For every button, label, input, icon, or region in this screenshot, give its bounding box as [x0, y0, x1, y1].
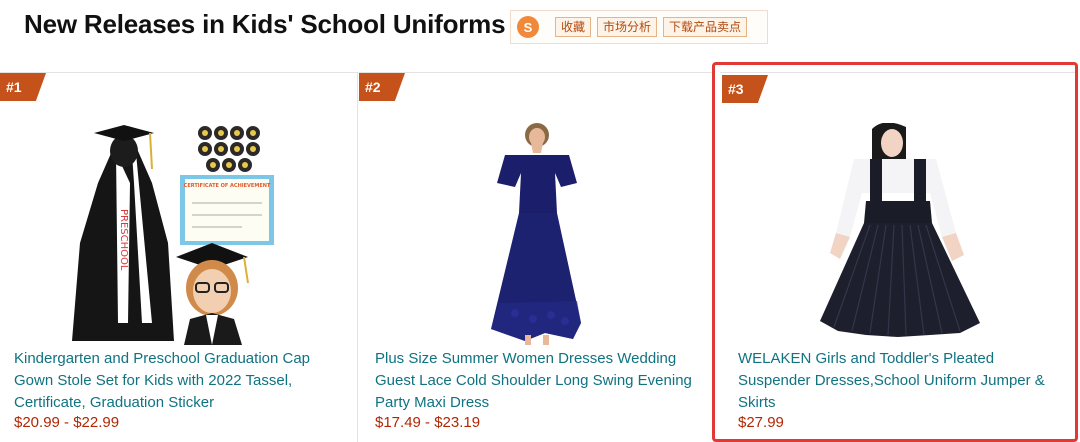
rank-badge: #3	[722, 75, 768, 103]
navy-lace-maxi-dress-image[interactable]	[485, 123, 589, 345]
product-title-link[interactable]: Plus Size Summer Women Dresses Wedding G…	[375, 348, 705, 414]
product-card-1: #1 PRESCHOOL CERTIFICATE OF ACHIEVEMENT	[0, 72, 358, 442]
favorite-button[interactable]: 收藏	[555, 17, 592, 37]
product-card-3: #3 WELAKEN Girls and Toddler's Pleated S…	[720, 72, 1078, 442]
rank-badge: #1	[0, 73, 46, 101]
product-card-2: #2 Plus Size Summer Women Dresses Weddin…	[359, 72, 714, 442]
page-title: New Releases in Kids' School Uniforms	[24, 9, 506, 39]
product-title-link[interactable]: Kindergarten and Preschool Graduation Ca…	[14, 348, 344, 414]
stole-text: PRESCHOOL	[118, 209, 129, 271]
product-price: $17.49 - $23.19	[375, 414, 481, 431]
product-price: $27.99	[738, 414, 784, 431]
extension-toolbar: S 收藏 市场分析 下载产品卖点	[510, 10, 768, 44]
product-price: $20.99 - $22.99	[14, 414, 120, 431]
rank-badge: #2	[359, 73, 405, 101]
product-title-link[interactable]: WELAKEN Girls and Toddler's Pleated Susp…	[738, 348, 1064, 414]
extension-logo-icon[interactable]: S	[517, 16, 539, 38]
certificate-text: CERTIFICATE OF ACHIEVEMENT	[184, 183, 271, 189]
download-selling-points-button[interactable]: 下载产品卖点	[663, 17, 748, 37]
pleated-suspender-dress-image[interactable]	[810, 123, 1010, 345]
graduation-gown-set-image[interactable]: PRESCHOOL CERTIFICATE OF ACHIEVEMENT	[72, 123, 282, 345]
market-analysis-button[interactable]: 市场分析	[597, 17, 658, 37]
